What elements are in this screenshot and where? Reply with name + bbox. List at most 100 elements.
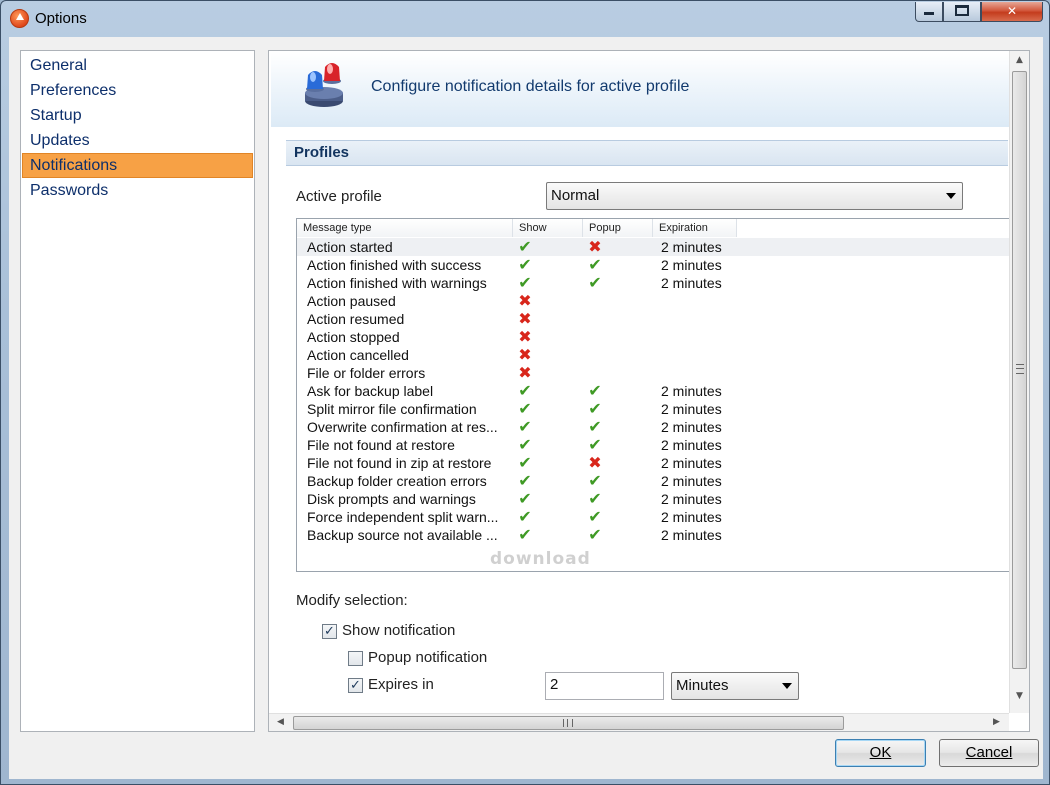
message-type-list[interactable]: Message type Show Popup Expiration Actio… — [296, 218, 1011, 572]
nav-item-general[interactable]: General — [22, 53, 253, 78]
window-title: Options — [35, 10, 87, 27]
scroll-right-icon[interactable]: ▶ — [993, 717, 1000, 727]
table-row[interactable]: Ask for backup label ✔ ✔ 2 minutes — [297, 381, 1010, 400]
checkmark-icon: ✔ — [518, 489, 532, 508]
table-row[interactable]: Action resumed ✖ — [297, 309, 1010, 328]
panel-header: Configure notification details for activ… — [271, 53, 1010, 127]
minimize-icon — [924, 12, 934, 15]
checkmark-icon: ✔ — [588, 435, 602, 454]
checkmark-icon: ✔ — [518, 471, 532, 490]
header-text: Configure notification details for activ… — [371, 78, 690, 95]
column-header-message-type[interactable]: Message type — [297, 219, 513, 237]
message-type-cell: File or folder errors — [307, 365, 426, 381]
nav-item-startup[interactable]: Startup — [22, 103, 253, 128]
checkmark-icon: ✔ — [588, 399, 602, 418]
checkmark-icon: ✔ — [518, 417, 532, 436]
checkmark-icon: ✔ — [588, 381, 602, 400]
table-row[interactable]: Action finished with warnings ✔ ✔ 2 minutes — [297, 273, 1010, 292]
message-type-cell: Split mirror file confirmation — [307, 401, 477, 417]
expiration-cell: 2 minutes — [661, 401, 722, 417]
message-type-cell: Ask for backup label — [307, 383, 434, 399]
maximize-button[interactable] — [943, 2, 981, 22]
column-header-popup[interactable]: Popup — [583, 219, 653, 237]
table-row[interactable]: Backup source not available ... ✔ ✔ 2 minut… — [297, 525, 1010, 544]
checkmark-icon: ✔ — [518, 507, 532, 526]
checkmark-icon: ✔ — [588, 507, 602, 526]
cross-icon: ✖ — [518, 309, 532, 328]
active-profile-label: Active profile — [296, 188, 382, 205]
checkmark-icon: ✔ — [518, 381, 532, 400]
message-type-cell: Overwrite confirmation at res... — [307, 419, 498, 435]
horizontal-scrollbar[interactable]: ◀ ▶ — [269, 713, 1009, 731]
table-row[interactable]: Disk prompts and warnings ✔ ✔ 2 minutes — [297, 489, 1010, 508]
scroll-left-icon[interactable]: ◀ — [277, 717, 284, 727]
nav-item-passwords[interactable]: Passwords — [22, 178, 253, 203]
table-row[interactable]: Action finished with success ✔ ✔ 2 minutes — [297, 255, 1010, 274]
table-row[interactable]: File not found in zip at restore ✔ ✖ 2 minu… — [297, 453, 1010, 472]
options-window: Options ✕ General Preferences Startup Up… — [0, 0, 1050, 785]
expires-in-unit-value: Minutes — [676, 677, 729, 694]
checkmark-icon: ✔ — [588, 273, 602, 292]
message-type-cell: File not found at restore — [307, 437, 455, 453]
checkmark-icon: ✔ — [588, 417, 602, 436]
ok-button[interactable]: OK — [835, 739, 926, 767]
table-row[interactable]: Action stopped ✖ — [297, 327, 1010, 346]
table-row[interactable]: Action started ✔ ✖ 2 minutes — [297, 237, 1010, 256]
app-icon — [10, 9, 29, 28]
expiration-cell: 2 minutes — [661, 473, 722, 489]
table-row[interactable]: Split mirror file confirmation ✔ ✔ 2 minute… — [297, 399, 1010, 418]
column-header-expiration[interactable]: Expiration — [653, 219, 737, 237]
table-row[interactable]: File not found at restore ✔ ✔ 2 minutes — [297, 435, 1010, 454]
message-type-cell: Action cancelled — [307, 347, 409, 363]
table-row[interactable]: Force independent split warn... ✔ ✔ 2 minut… — [297, 507, 1010, 526]
horizontal-scroll-thumb[interactable] — [293, 716, 844, 730]
settings-panel: Configure notification details for activ… — [268, 50, 1030, 732]
nav-item-preferences[interactable]: Preferences — [22, 78, 253, 103]
cross-icon: ✖ — [518, 291, 532, 310]
active-profile-select[interactable]: Normal — [546, 182, 963, 210]
column-header-show[interactable]: Show — [513, 219, 583, 237]
scroll-down-icon[interactable]: ▼ — [1016, 691, 1023, 701]
show-notification-label: Show notification — [342, 622, 456, 639]
message-type-cell: Action finished with success — [307, 257, 482, 273]
chevron-down-icon — [946, 193, 956, 199]
table-row[interactable]: Backup folder creation errors ✔ ✔ 2 minutes — [297, 471, 1010, 490]
close-button[interactable]: ✕ — [981, 2, 1043, 22]
cancel-button[interactable]: Cancel — [939, 739, 1039, 767]
nav-item-updates[interactable]: Updates — [22, 128, 253, 153]
message-type-cell: Action paused — [307, 293, 396, 309]
minimize-button[interactable] — [915, 2, 943, 22]
expires-in-value-field[interactable]: 2 — [545, 672, 664, 700]
popup-notification-checkbox[interactable]: ✓ — [348, 651, 363, 666]
maximize-icon — [955, 5, 969, 16]
modify-selection-label: Modify selection: — [296, 592, 408, 609]
expiration-cell: 2 minutes — [661, 509, 722, 525]
show-notification-checkbox[interactable]: ✓ — [322, 624, 337, 639]
checkmark-icon: ✔ — [588, 525, 602, 544]
expiration-cell: 2 minutes — [661, 257, 722, 273]
expires-in-checkbox[interactable]: ✓ — [348, 678, 363, 693]
expires-in-unit-select[interactable]: Minutes — [671, 672, 799, 700]
nav-item-notifications[interactable]: Notifications — [22, 153, 253, 178]
expiration-cell: 2 minutes — [661, 239, 722, 255]
chevron-down-icon — [782, 683, 792, 689]
checkmark-icon: ✔ — [518, 237, 532, 256]
table-row[interactable]: File or folder errors ✖ — [297, 363, 1010, 382]
title-bar[interactable]: Options ✕ — [1, 1, 1049, 37]
expires-in-label: Expires in — [368, 676, 434, 693]
message-type-cell: Backup source not available ... — [307, 527, 498, 543]
table-row[interactable]: Action cancelled ✖ — [297, 346, 1010, 364]
checkmark-icon: ✔ — [518, 255, 532, 274]
cross-icon: ✖ — [588, 453, 602, 472]
vertical-scrollbar[interactable]: ▲ ▼ — [1009, 51, 1029, 713]
vertical-scroll-thumb[interactable] — [1012, 71, 1027, 669]
table-row[interactable]: Action paused ✖ — [297, 291, 1010, 310]
checkmark-icon: ✔ — [588, 471, 602, 490]
cross-icon: ✖ — [518, 327, 532, 346]
message-type-cell: Action started — [307, 239, 393, 255]
message-type-cell: Action resumed — [307, 311, 405, 327]
watermark-text: download — [490, 549, 591, 569]
scroll-up-icon[interactable]: ▲ — [1016, 55, 1023, 65]
cross-icon: ✖ — [518, 363, 532, 382]
table-row[interactable]: Overwrite confirmation at res... ✔ ✔ 2 minu… — [297, 417, 1010, 436]
